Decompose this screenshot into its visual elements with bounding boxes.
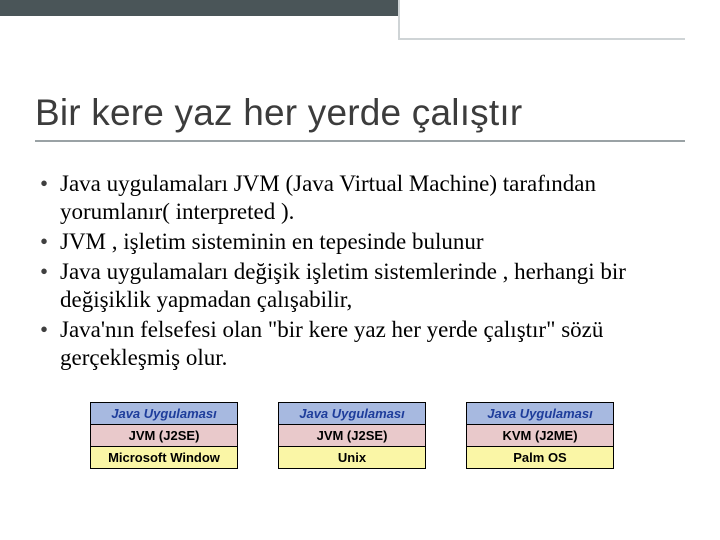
stack-unix: Java Uygulaması JVM (J2SE) Unix — [278, 402, 426, 469]
header-decoration — [0, 0, 720, 62]
slide-title: Bir kere yaz her yerde çalıştır — [35, 92, 685, 134]
cell-vm: KVM (J2ME) — [466, 425, 614, 447]
cell-os: Palm OS — [466, 447, 614, 469]
cell-os: Unix — [278, 447, 426, 469]
platform-diagram: Java Uygulaması JVM (J2SE) Microsoft Win… — [90, 402, 614, 469]
cell-app: Java Uygulaması — [278, 402, 426, 425]
stack-windows: Java Uygulaması JVM (J2SE) Microsoft Win… — [90, 402, 238, 469]
title-block: Bir kere yaz her yerde çalıştır — [35, 92, 685, 142]
bullet-item: Java'nın felsefesi olan "bir kere yaz he… — [40, 316, 680, 372]
bullet-list: Java uygulamaları JVM (Java Virtual Mach… — [40, 170, 680, 372]
bullet-item: JVM , işletim sisteminin en tepesinde bu… — [40, 228, 680, 256]
header-bar-outline — [398, 0, 685, 40]
body-content: Java uygulamaları JVM (Java Virtual Mach… — [40, 170, 680, 374]
cell-os: Microsoft Window — [90, 447, 238, 469]
title-underline — [35, 140, 685, 142]
bullet-item: Java uygulamaları değişik işletim sistem… — [40, 258, 680, 314]
slide: Bir kere yaz her yerde çalıştır Java uyg… — [0, 0, 720, 540]
stack-palm: Java Uygulaması KVM (J2ME) Palm OS — [466, 402, 614, 469]
header-bar-dark — [0, 0, 398, 16]
cell-vm: JVM (J2SE) — [90, 425, 238, 447]
cell-app: Java Uygulaması — [466, 402, 614, 425]
bullet-item: Java uygulamaları JVM (Java Virtual Mach… — [40, 170, 680, 226]
cell-app: Java Uygulaması — [90, 402, 238, 425]
cell-vm: JVM (J2SE) — [278, 425, 426, 447]
